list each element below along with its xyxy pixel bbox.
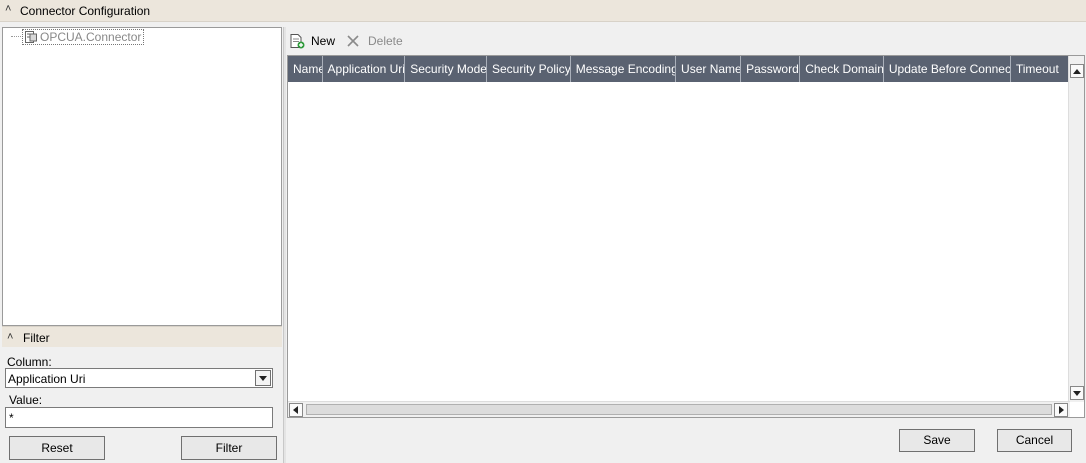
column-label: Column: xyxy=(7,355,52,369)
column-select[interactable]: Application Uri xyxy=(5,368,273,388)
delete-button[interactable]: Delete xyxy=(346,33,403,49)
grid-horizontal-scrollbar[interactable] xyxy=(288,401,1070,417)
delete-x-icon xyxy=(347,35,359,47)
panel-splitter[interactable] xyxy=(283,27,286,463)
scroll-right-arrow-icon[interactable] xyxy=(1054,403,1068,417)
column-header-application-uri[interactable]: Application Uri xyxy=(323,56,406,82)
tree-node-opcua-connector[interactable]: OPCUA.Connector xyxy=(22,29,145,45)
connector-configuration-bar[interactable]: ˄ Connector Configuration xyxy=(0,0,1086,22)
grid-header: Name Application Uri Security Mode Secur… xyxy=(288,56,1070,82)
column-header-security-policy[interactable]: Security Policy xyxy=(487,56,571,82)
save-button[interactable]: Save xyxy=(899,429,975,452)
tree-node-label: OPCUA.Connector xyxy=(40,30,142,44)
connector-tree[interactable]: OPCUA.Connector xyxy=(2,27,282,326)
scroll-left-arrow-icon[interactable] xyxy=(289,403,303,417)
column-header-update-before-connect[interactable]: Update Before Connect xyxy=(884,56,1011,82)
horizontal-scroll-thumb[interactable] xyxy=(306,404,1052,415)
column-header-check-domain[interactable]: Check Domain xyxy=(800,56,884,82)
column-header-timeout[interactable]: Timeout xyxy=(1011,56,1070,82)
filter-button[interactable]: Filter xyxy=(181,436,277,460)
column-header-user-name[interactable]: User Name xyxy=(676,56,742,82)
collapse-chevron-icon[interactable]: ˄ xyxy=(5,3,11,15)
new-button[interactable]: New xyxy=(289,33,335,49)
value-input[interactable] xyxy=(5,407,273,428)
column-header-security-mode[interactable]: Security Mode xyxy=(405,56,487,82)
connector-node-icon xyxy=(25,31,37,43)
grid-vertical-scrollbar[interactable] xyxy=(1068,56,1084,402)
collapse-chevron-icon[interactable]: ˄ xyxy=(7,331,13,343)
new-label: New xyxy=(311,34,336,48)
column-header-message-encoding[interactable]: Message Encoding xyxy=(571,56,677,82)
column-header-name[interactable]: Name xyxy=(288,56,323,82)
column-header-password[interactable]: Password xyxy=(741,56,801,82)
column-select-value: Application Uri xyxy=(8,372,86,386)
new-document-icon xyxy=(290,34,305,49)
panel-title: Connector Configuration xyxy=(20,4,151,18)
filter-bar[interactable]: ˄ Filter xyxy=(2,326,282,347)
reset-button[interactable]: Reset xyxy=(9,436,105,460)
value-label: Value: xyxy=(9,393,43,407)
filter-title: Filter xyxy=(23,331,50,345)
scroll-down-arrow-icon[interactable] xyxy=(1070,386,1084,400)
connector-grid[interactable]: Name Application Uri Security Mode Secur… xyxy=(287,55,1085,418)
cancel-button[interactable]: Cancel xyxy=(997,429,1072,452)
dropdown-arrow-icon[interactable] xyxy=(255,370,271,386)
delete-label: Delete xyxy=(368,34,403,48)
scroll-up-arrow-icon[interactable] xyxy=(1070,64,1084,78)
